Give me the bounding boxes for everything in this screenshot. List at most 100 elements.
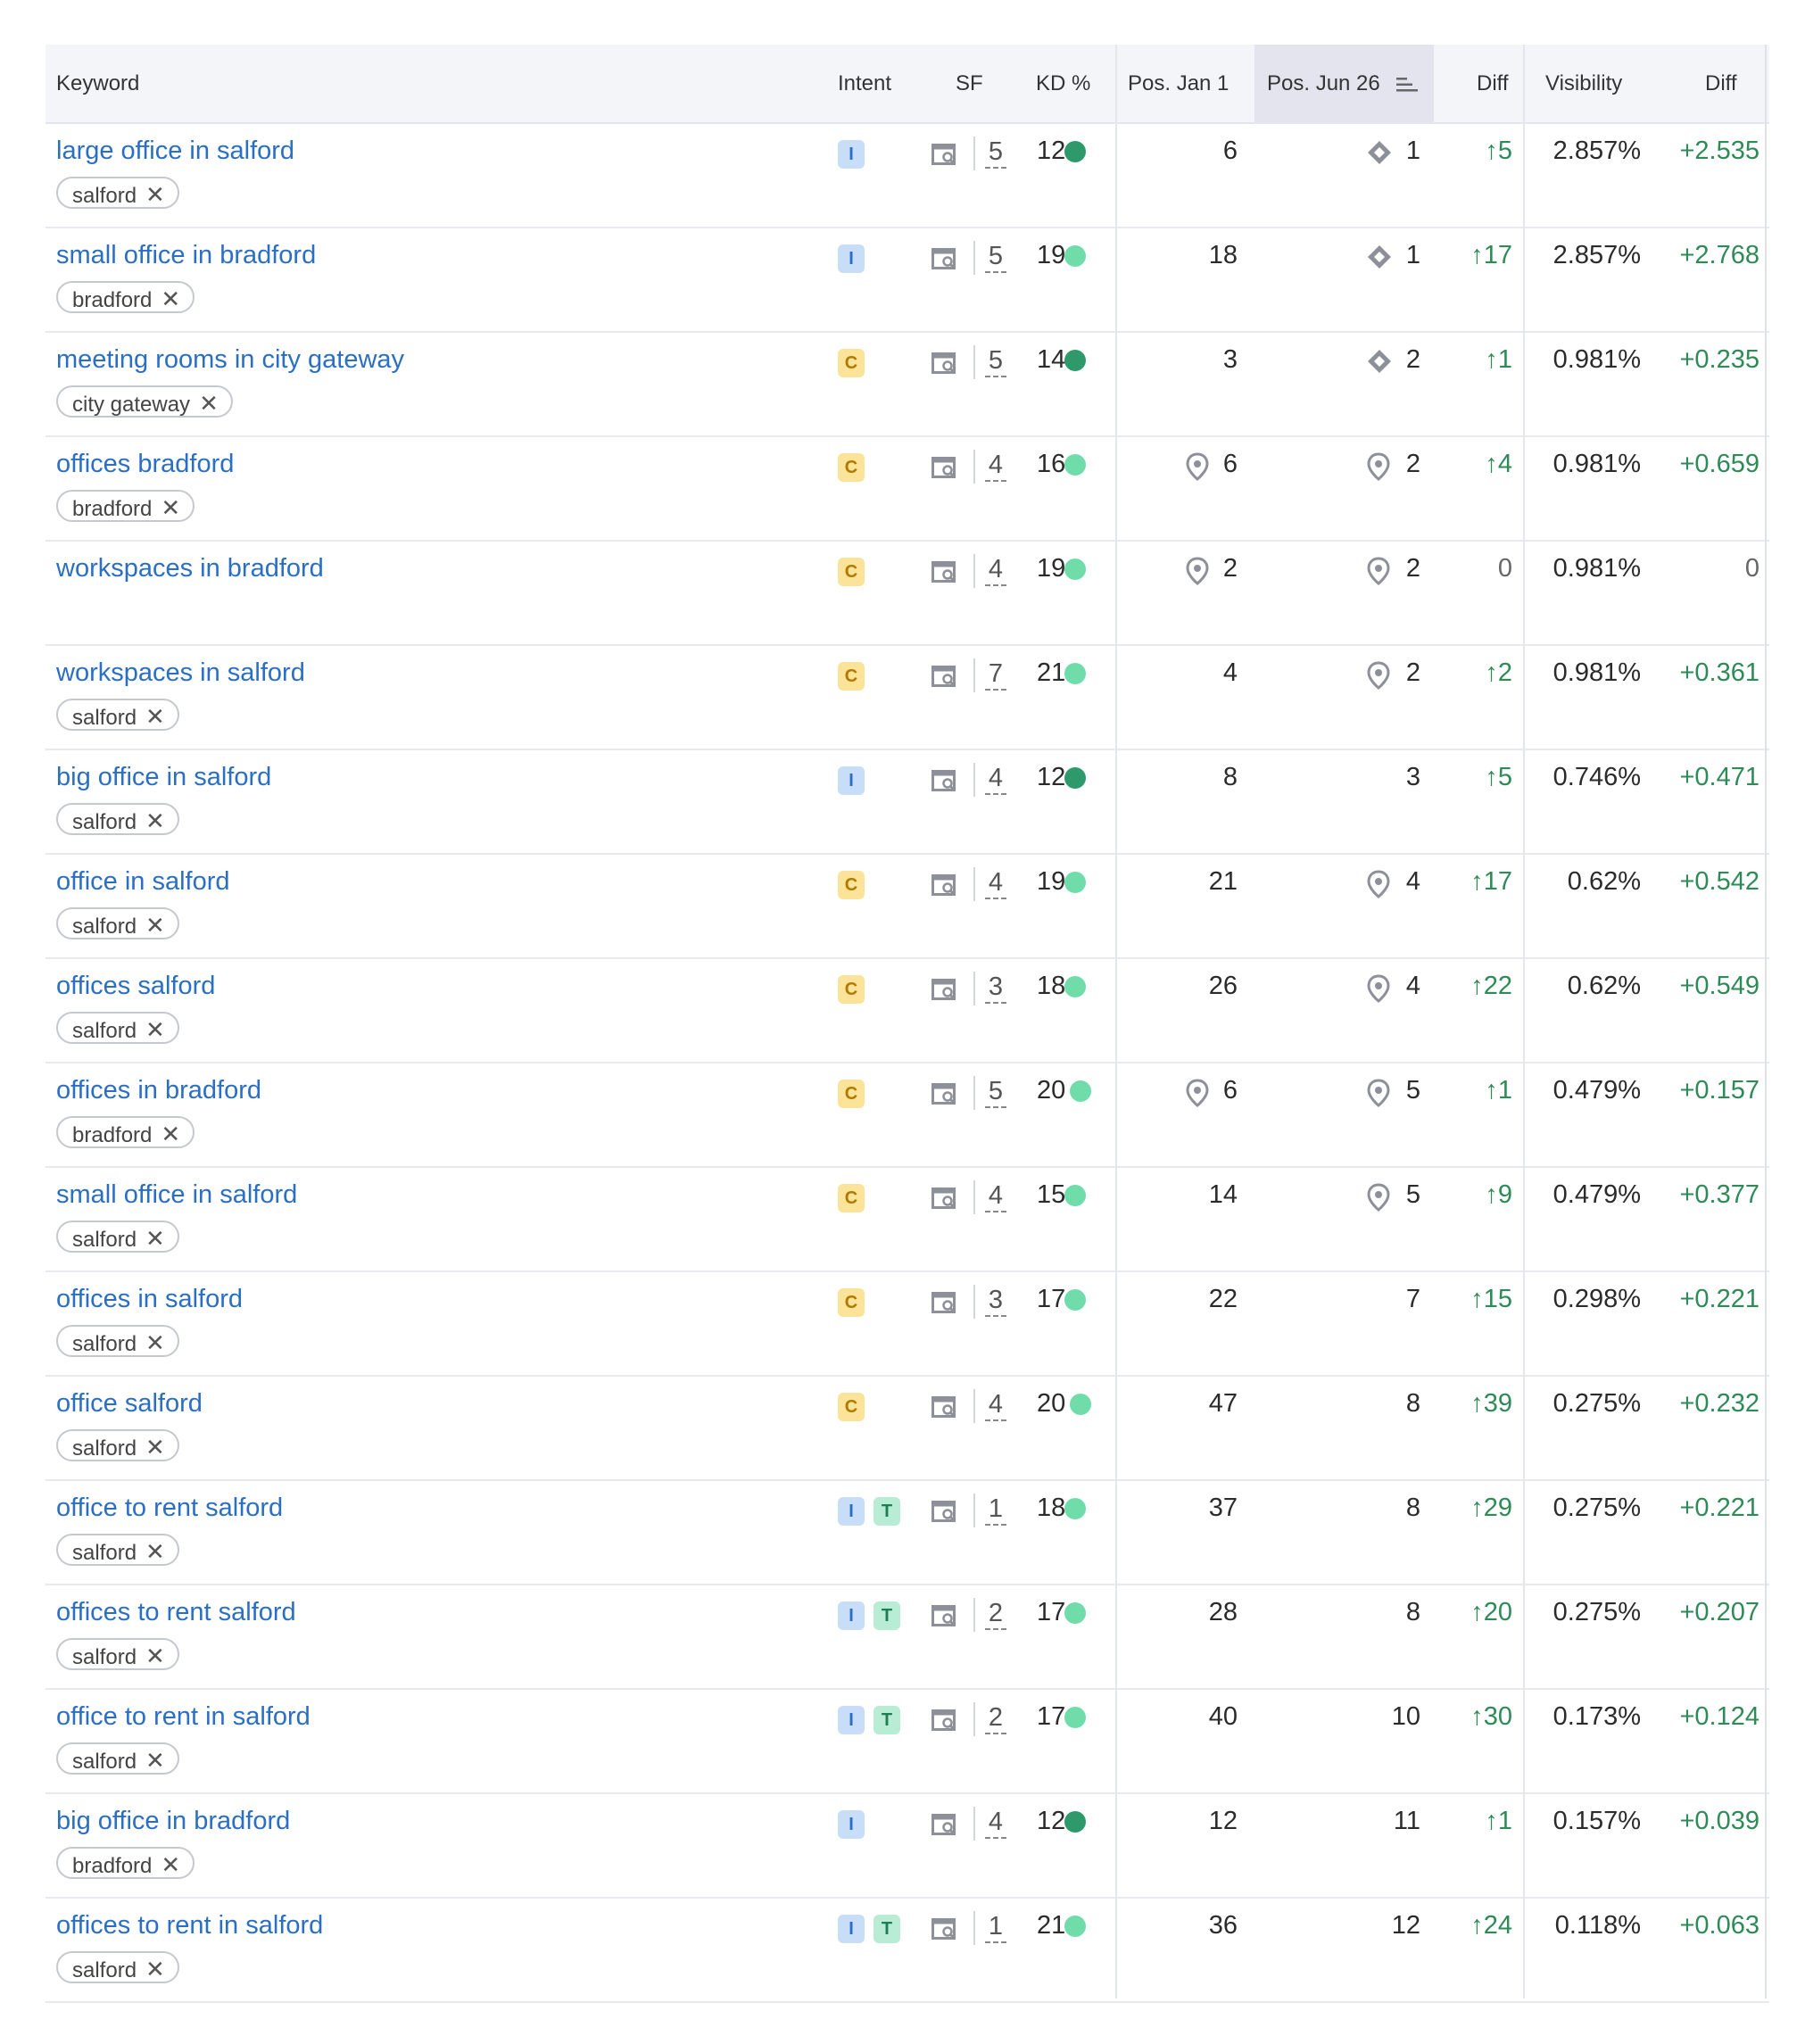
intent-badge: I [838, 140, 865, 169]
serp-features-icon[interactable] [931, 144, 958, 167]
header-diff[interactable]: Diff [1477, 45, 1509, 122]
serp-features-icon[interactable] [931, 666, 958, 689]
remove-tag-icon[interactable]: ✕ [145, 807, 165, 834]
serp-features-icon[interactable] [931, 1709, 958, 1733]
remove-tag-icon[interactable]: ✕ [161, 494, 180, 521]
position-jun: 2 [1405, 554, 1420, 583]
serp-features-icon[interactable] [931, 457, 958, 480]
visibility-diff: +0.039 [1679, 1807, 1759, 1835]
remove-tag-icon[interactable]: ✕ [145, 1016, 165, 1043]
serp-features-count[interactable]: 1 [985, 1494, 1006, 1526]
serp-features-count[interactable]: 4 [985, 1389, 1006, 1421]
remove-tag-icon[interactable]: ✕ [161, 1851, 180, 1878]
serp-features-count[interactable]: 5 [985, 137, 1006, 169]
serp-features-icon[interactable] [931, 1396, 958, 1419]
remove-tag-icon[interactable]: ✕ [145, 1643, 165, 1669]
keyword-link[interactable]: offices salford [56, 972, 215, 1001]
intent-badge: C [838, 1393, 865, 1421]
keyword-link[interactable]: office in salford [56, 867, 230, 897]
serp-features-count[interactable]: 1 [985, 1911, 1006, 1943]
keyword-link[interactable]: large office in salford [56, 137, 294, 166]
table-row: offices to rent salford salford ✕ I T 2 17 28 8 ↑… [46, 1585, 1769, 1690]
serp-features-icon[interactable] [931, 979, 958, 1002]
keyword-link[interactable]: meeting rooms in city gateway [56, 345, 404, 375]
remove-tag-icon[interactable]: ✕ [145, 181, 165, 208]
keyword-tag-label: bradford [72, 1123, 153, 1147]
header-visibility-diff[interactable]: Diff [1705, 45, 1737, 122]
remove-tag-icon[interactable]: ✕ [145, 912, 165, 939]
keyword-link[interactable]: offices in bradford [56, 1076, 261, 1105]
keyword-tag: salford ✕ [56, 1534, 179, 1566]
remove-tag-icon[interactable]: ✕ [145, 1538, 165, 1565]
serp-features-icon[interactable] [931, 248, 958, 271]
table-row: big office in bradford bradford ✕ I 4 12 12 11 ↑… [46, 1794, 1769, 1899]
intent-badge: C [838, 975, 865, 1004]
serp-features-count[interactable]: 5 [985, 241, 1006, 273]
serp-features-count[interactable]: 4 [985, 867, 1006, 899]
visibility-value: 0.62% [1567, 867, 1641, 896]
keyword-link[interactable]: big office in salford [56, 763, 271, 792]
serp-features-count[interactable]: 7 [985, 658, 1006, 691]
remove-tag-icon[interactable]: ✕ [145, 703, 165, 730]
serp-features-icon[interactable] [931, 561, 958, 584]
keyword-link[interactable]: small office in salford [56, 1180, 297, 1210]
remove-tag-icon[interactable]: ✕ [145, 1747, 165, 1774]
header-intent[interactable]: Intent [838, 45, 891, 122]
keyword-link[interactable]: big office in bradford [56, 1807, 290, 1836]
keyword-link[interactable]: workspaces in bradford [56, 554, 324, 583]
serp-features-icon[interactable] [931, 1814, 958, 1837]
serp-features-icon[interactable] [931, 1083, 958, 1106]
serp-features-count[interactable]: 5 [985, 1076, 1006, 1108]
serp-features-icon[interactable] [931, 1918, 958, 1941]
serp-features-count[interactable]: 4 [985, 450, 1006, 482]
serp-features-count[interactable]: 4 [985, 763, 1006, 795]
serp-features-icon[interactable] [931, 770, 958, 793]
serp-features-count[interactable]: 4 [985, 554, 1006, 586]
header-pos-jan[interactable]: Pos. Jan 1 [1128, 45, 1229, 122]
position-jun: 8 [1405, 1494, 1420, 1522]
keyword-link[interactable]: offices in salford [56, 1285, 243, 1314]
remove-tag-icon[interactable]: ✕ [145, 1434, 165, 1461]
serp-features-count[interactable]: 3 [985, 972, 1006, 1004]
keyword-link[interactable]: offices bradford [56, 450, 234, 479]
position-diff: ↑9 [1485, 1180, 1512, 1209]
keyword-link[interactable]: small office in bradford [56, 241, 316, 270]
header-kd[interactable]: KD % [1036, 45, 1090, 122]
header-visibility[interactable]: Visibility [1545, 45, 1622, 122]
keyword-link[interactable]: office to rent in salford [56, 1702, 310, 1732]
position-jan: 26 [1208, 972, 1238, 1000]
visibility-diff: +0.471 [1679, 763, 1759, 791]
header-sf[interactable]: SF [956, 45, 983, 122]
serp-features-count[interactable]: 3 [985, 1285, 1006, 1317]
table-body: large office in salford salford ✕ I 5 12 6 1 ↑5 2… [46, 124, 1769, 2003]
serp-features-icon[interactable] [931, 1188, 958, 1211]
serp-features-icon[interactable] [931, 1605, 958, 1628]
serp-features-count[interactable]: 4 [985, 1180, 1006, 1212]
serp-features-icon[interactable] [931, 352, 958, 376]
remove-tag-icon[interactable]: ✕ [161, 285, 180, 312]
remove-tag-icon[interactable]: ✕ [199, 390, 219, 417]
remove-tag-icon[interactable]: ✕ [145, 1956, 165, 1982]
keyword-link[interactable]: offices to rent in salford [56, 1911, 323, 1941]
keyword-link[interactable]: office salford [56, 1389, 203, 1419]
serp-features-count[interactable]: 5 [985, 345, 1006, 377]
serp-features-icon[interactable] [931, 1501, 958, 1524]
serp-features-count[interactable]: 2 [985, 1702, 1006, 1734]
keyword-link[interactable]: workspaces in salford [56, 658, 305, 688]
serp-features-icon[interactable] [931, 1292, 958, 1315]
remove-tag-icon[interactable]: ✕ [161, 1121, 180, 1147]
intent-badge: T [874, 1915, 900, 1943]
intent-badge: C [838, 871, 865, 899]
keyword-link[interactable]: office to rent salford [56, 1494, 283, 1523]
serp-features-icon[interactable] [931, 874, 958, 898]
remove-tag-icon[interactable]: ✕ [145, 1225, 165, 1252]
keyword-link[interactable]: offices to rent salford [56, 1598, 296, 1627]
sort-descending-icon[interactable] [1395, 75, 1419, 95]
header-keyword[interactable]: Keyword [56, 45, 139, 122]
remove-tag-icon[interactable]: ✕ [145, 1329, 165, 1356]
sf-divider [973, 450, 975, 484]
serp-features-count[interactable]: 2 [985, 1598, 1006, 1630]
header-pos-jun[interactable]: Pos. Jun 26 [1254, 45, 1434, 122]
serp-features-count[interactable]: 4 [985, 1807, 1006, 1839]
kd-indicator [1064, 976, 1086, 997]
